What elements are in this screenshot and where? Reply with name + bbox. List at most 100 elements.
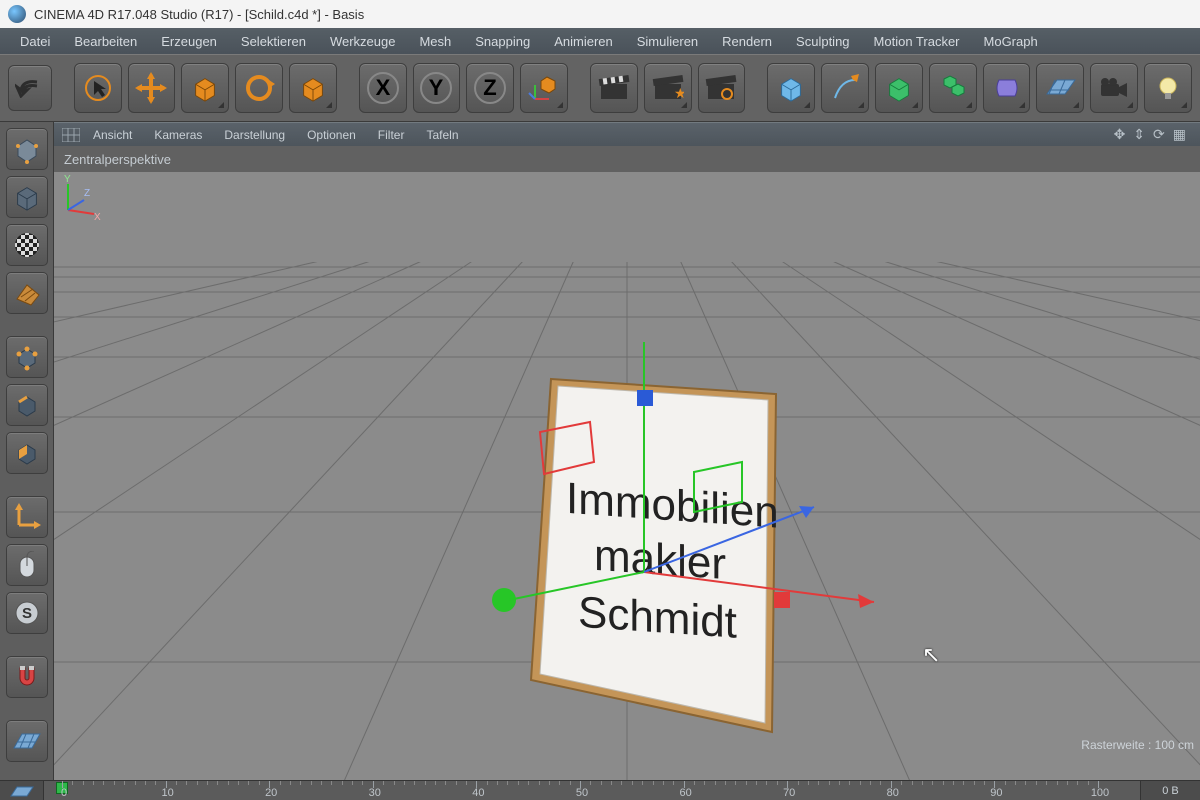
axis-y-button[interactable]: Y: [413, 63, 461, 113]
vpmenu-optionen[interactable]: Optionen: [298, 125, 365, 145]
left-modebar: S: [0, 122, 54, 780]
axis-z-icon: Z: [472, 70, 508, 106]
edge-icon: [13, 391, 41, 419]
scale-button[interactable]: [181, 63, 229, 113]
viewport-3d[interactable]: Immobilien makler Schmidt: [54, 172, 1200, 780]
svg-text:X: X: [375, 75, 390, 100]
render-pv-button[interactable]: ★: [644, 63, 692, 113]
viewport-nav-icons: ✥ ⇕ ⟳ ▦: [1114, 126, 1192, 143]
timeline-toggle-button[interactable]: [0, 781, 44, 800]
menu-motiontracker[interactable]: Motion Tracker: [864, 31, 970, 52]
array-icon: [936, 71, 970, 105]
vpmenu-kameras[interactable]: Kameras: [145, 125, 211, 145]
editable-icon: [12, 134, 42, 164]
menu-mograph[interactable]: MoGraph: [974, 31, 1048, 52]
grid-toggle-icon[interactable]: [62, 128, 80, 142]
texture-mode-button[interactable]: [6, 224, 48, 266]
menu-erzeugen[interactable]: Erzeugen: [151, 31, 227, 52]
add-floor-button[interactable]: [1036, 63, 1084, 113]
render-settings-button[interactable]: [698, 63, 746, 113]
axis-x-icon: X: [365, 70, 401, 106]
add-array-button[interactable]: [929, 63, 977, 113]
viewport-canvas: Immobilien makler Schmidt: [54, 172, 1200, 780]
viewport-menu: Ansicht Kameras Darstellung Optionen Fil…: [54, 122, 1200, 146]
menu-selektieren[interactable]: Selektieren: [231, 31, 316, 52]
menu-snapping[interactable]: Snapping: [465, 31, 540, 52]
edge-mode-button[interactable]: [6, 384, 48, 426]
coord-system-button[interactable]: [520, 63, 568, 113]
grid-info: Rasterweite : 100 cm: [1081, 738, 1194, 752]
axis-tool-button[interactable]: [6, 496, 48, 538]
menu-mesh[interactable]: Mesh: [409, 31, 461, 52]
menu-bearbeiten[interactable]: Bearbeiten: [64, 31, 147, 52]
rotate-button[interactable]: [235, 63, 283, 113]
window-title: CINEMA 4D R17.048 Studio (R17) - [Schild…: [34, 7, 364, 22]
vp-move-icon[interactable]: ✥: [1114, 126, 1126, 143]
move-button[interactable]: [128, 63, 176, 113]
menu-werkzeuge[interactable]: Werkzeuge: [320, 31, 406, 52]
menu-simulieren[interactable]: Simulieren: [627, 31, 708, 52]
viewport-panel: Ansicht Kameras Darstellung Optionen Fil…: [54, 122, 1200, 780]
viewport-label: Zentralperspektive: [54, 146, 1200, 172]
menu-animieren[interactable]: Animieren: [544, 31, 623, 52]
svg-text:Y: Y: [429, 75, 444, 100]
add-camera-button[interactable]: [1090, 63, 1138, 113]
point-mode-button[interactable]: [6, 336, 48, 378]
vpmenu-tafeln[interactable]: Tafeln: [417, 125, 467, 145]
move-icon: [134, 71, 168, 105]
menu-sculpting[interactable]: Sculpting: [786, 31, 859, 52]
mouse-icon: [14, 551, 40, 579]
timeline-ruler[interactable]: 0102030405060708090100: [44, 781, 1140, 800]
gizmo-plane-xz[interactable]: [637, 390, 653, 406]
texture-icon: [13, 231, 41, 259]
snap-s-button[interactable]: S: [6, 592, 48, 634]
add-spline-button[interactable]: [821, 63, 869, 113]
axis-y-icon: Y: [418, 70, 454, 106]
recent-tool-button[interactable]: [289, 63, 337, 113]
menu-datei[interactable]: Datei: [10, 31, 60, 52]
scale-cube-icon: [190, 73, 220, 103]
vp-rotate-icon[interactable]: ⟳: [1153, 126, 1165, 143]
live-select-button[interactable]: [74, 63, 122, 113]
vp-zoom-icon[interactable]: ⇕: [1133, 126, 1145, 143]
add-deformer-button[interactable]: [983, 63, 1031, 113]
svg-text:Z: Z: [484, 75, 497, 100]
add-nurbs-button[interactable]: [875, 63, 923, 113]
vp-maximize-icon[interactable]: ▦: [1173, 126, 1186, 143]
make-editable-button[interactable]: [6, 128, 48, 170]
texture-palette-button[interactable]: [6, 720, 48, 762]
pen-icon: [829, 72, 861, 104]
axis-x-button[interactable]: X: [359, 63, 407, 113]
main-menu: Datei Bearbeiten Erzeugen Selektieren We…: [0, 28, 1200, 54]
sign-object[interactable]: Immobilien makler Schmidt: [531, 379, 779, 732]
render-view-button[interactable]: [590, 63, 638, 113]
uv-poly-icon: [13, 279, 41, 307]
add-light-button[interactable]: [1144, 63, 1192, 113]
model-mode-button[interactable]: [6, 176, 48, 218]
point-icon: [13, 343, 41, 371]
toolbar: X Y Z ★: [0, 54, 1200, 122]
vpmenu-ansicht[interactable]: Ansicht: [84, 125, 141, 145]
gizmo-plane-yz[interactable]: [774, 592, 790, 608]
timeline[interactable]: 0102030405060708090100 0 B: [0, 780, 1200, 800]
add-cube-button[interactable]: [767, 63, 815, 113]
vpmenu-filter[interactable]: Filter: [369, 125, 414, 145]
mouse-tool-button[interactable]: [6, 544, 48, 586]
menu-rendern[interactable]: Rendern: [712, 31, 782, 52]
clapper-star-icon: ★: [652, 74, 684, 102]
svg-text:S: S: [21, 605, 31, 622]
recent-cube-icon: [298, 73, 328, 103]
undo-button[interactable]: [8, 65, 52, 111]
snap-s-icon: S: [13, 599, 41, 627]
clapper-gear-icon: [705, 74, 737, 102]
coord-icon: [527, 71, 561, 105]
snap-magnet-button[interactable]: [6, 656, 48, 698]
vpmenu-darstellung[interactable]: Darstellung: [215, 125, 294, 145]
axis-z-button[interactable]: Z: [466, 63, 514, 113]
polygon-icon: [13, 439, 41, 467]
clapper-icon: [598, 74, 630, 102]
uv-poly-button[interactable]: [6, 272, 48, 314]
polygon-mode-button[interactable]: [6, 432, 48, 474]
hud-axes: Y X Z: [54, 172, 104, 222]
titlebar: CINEMA 4D R17.048 Studio (R17) - [Schild…: [0, 0, 1200, 28]
